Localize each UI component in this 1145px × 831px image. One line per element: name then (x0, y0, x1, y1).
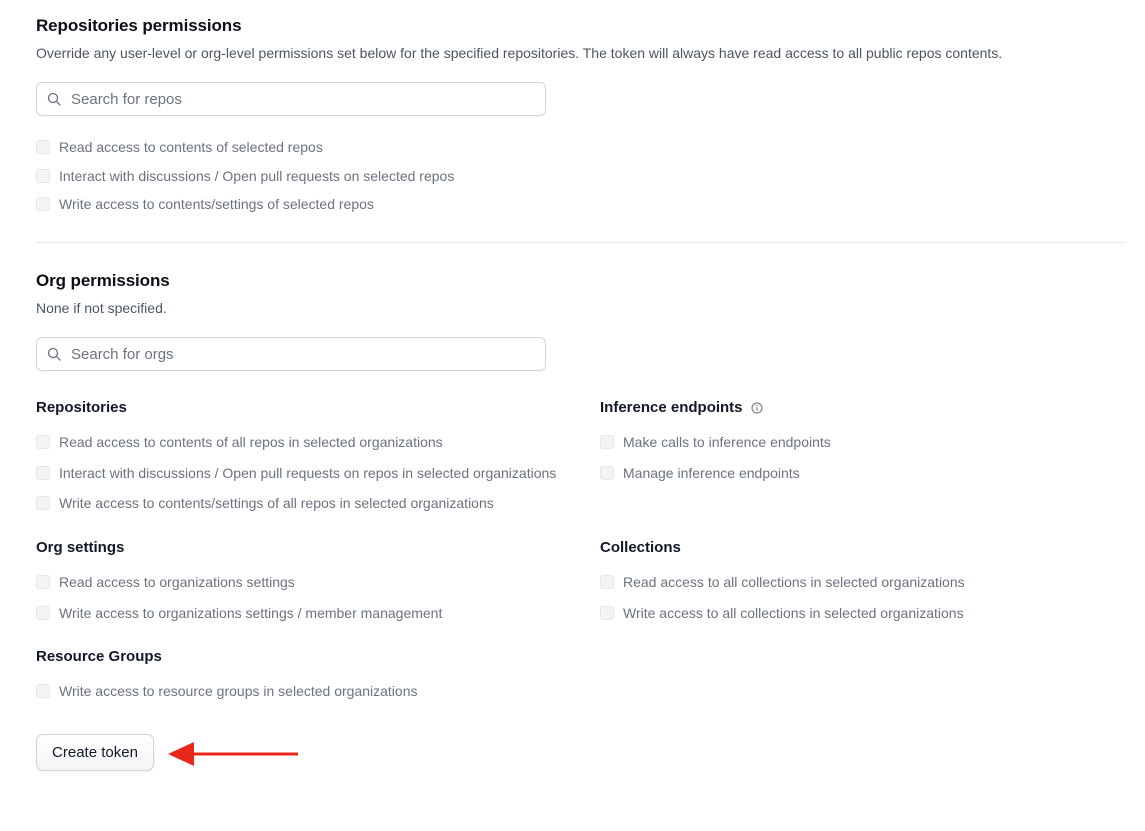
search-icon (47, 347, 61, 361)
option-label: Interact with discussions / Open pull re… (59, 465, 557, 481)
group-title-label: Inference endpoints (600, 399, 743, 416)
option-label: Write access to resource groups in selec… (59, 683, 418, 699)
checkbox[interactable] (36, 466, 50, 480)
checkbox[interactable] (36, 435, 50, 449)
option-label: Write access to organizations settings /… (59, 605, 443, 621)
checkbox[interactable] (36, 496, 50, 510)
option-label: Read access to contents of all repos in … (59, 434, 443, 450)
collections-option-write[interactable]: Write access to all collections in selec… (600, 605, 964, 621)
resource-groups-option-write[interactable]: Write access to resource groups in selec… (36, 683, 417, 699)
checkbox[interactable] (36, 197, 50, 211)
checkbox[interactable] (600, 435, 614, 449)
org-settings-option-read[interactable]: Read access to organizations settings (36, 574, 295, 590)
repos-option-discussions[interactable]: Interact with discussions / Open pull re… (36, 168, 454, 184)
checkbox[interactable] (36, 575, 50, 589)
org-repos-option-discussions[interactable]: Interact with discussions / Open pull re… (36, 465, 556, 481)
option-label: Make calls to inference endpoints (623, 434, 831, 450)
option-label: Read access to organizations settings (59, 574, 295, 590)
option-label: Read access to all collections in select… (623, 574, 965, 590)
checkbox[interactable] (600, 575, 614, 589)
section-divider (36, 242, 1126, 243)
option-label: Write access to contents/settings of all… (59, 495, 494, 511)
option-label: Write access to contents/settings of sel… (59, 196, 374, 212)
org-permissions-title: Org permissions (36, 271, 170, 290)
orgs-search-input[interactable] (69, 344, 545, 364)
option-label: Read access to contents of selected repo… (59, 139, 323, 155)
checkbox[interactable] (36, 169, 50, 183)
option-label: Write access to all collections in selec… (623, 605, 964, 621)
org-settings-title: Org settings (36, 539, 125, 556)
orgs-search-box[interactable] (36, 337, 546, 371)
repos-search-box[interactable] (36, 82, 546, 116)
option-label: Interact with discussions / Open pull re… (59, 168, 455, 184)
collections-option-read[interactable]: Read access to all collections in select… (600, 574, 965, 590)
org-repos-option-write[interactable]: Write access to contents/settings of all… (36, 495, 494, 511)
checkbox[interactable] (600, 606, 614, 620)
inference-option-manage[interactable]: Manage inference endpoints (600, 465, 800, 481)
option-label: Manage inference endpoints (623, 465, 800, 481)
repos-search-input[interactable] (69, 89, 545, 109)
org-repos-option-read[interactable]: Read access to contents of all repos in … (36, 434, 443, 450)
inference-endpoints-title: Inference endpoints (600, 399, 763, 416)
checkbox[interactable] (36, 140, 50, 154)
checkbox[interactable] (36, 606, 50, 620)
org-permissions-description: None if not specified. (36, 300, 167, 316)
checkbox[interactable] (36, 684, 50, 698)
collections-title: Collections (600, 539, 681, 556)
info-icon[interactable] (751, 402, 763, 414)
repos-option-read[interactable]: Read access to contents of selected repo… (36, 139, 323, 155)
repos-option-write[interactable]: Write access to contents/settings of sel… (36, 196, 374, 212)
search-icon (47, 92, 61, 106)
repos-permissions-description: Override any user-level or org-level per… (36, 45, 1003, 61)
create-token-button[interactable]: Create token (36, 734, 154, 771)
checkbox[interactable] (600, 466, 614, 480)
annotation-arrow-icon (168, 742, 298, 766)
org-settings-option-write[interactable]: Write access to organizations settings /… (36, 605, 442, 621)
resource-groups-title: Resource Groups (36, 648, 162, 665)
inference-option-calls[interactable]: Make calls to inference endpoints (600, 434, 831, 450)
repos-permissions-title: Repositories permissions (36, 16, 242, 35)
org-repositories-title: Repositories (36, 399, 127, 416)
